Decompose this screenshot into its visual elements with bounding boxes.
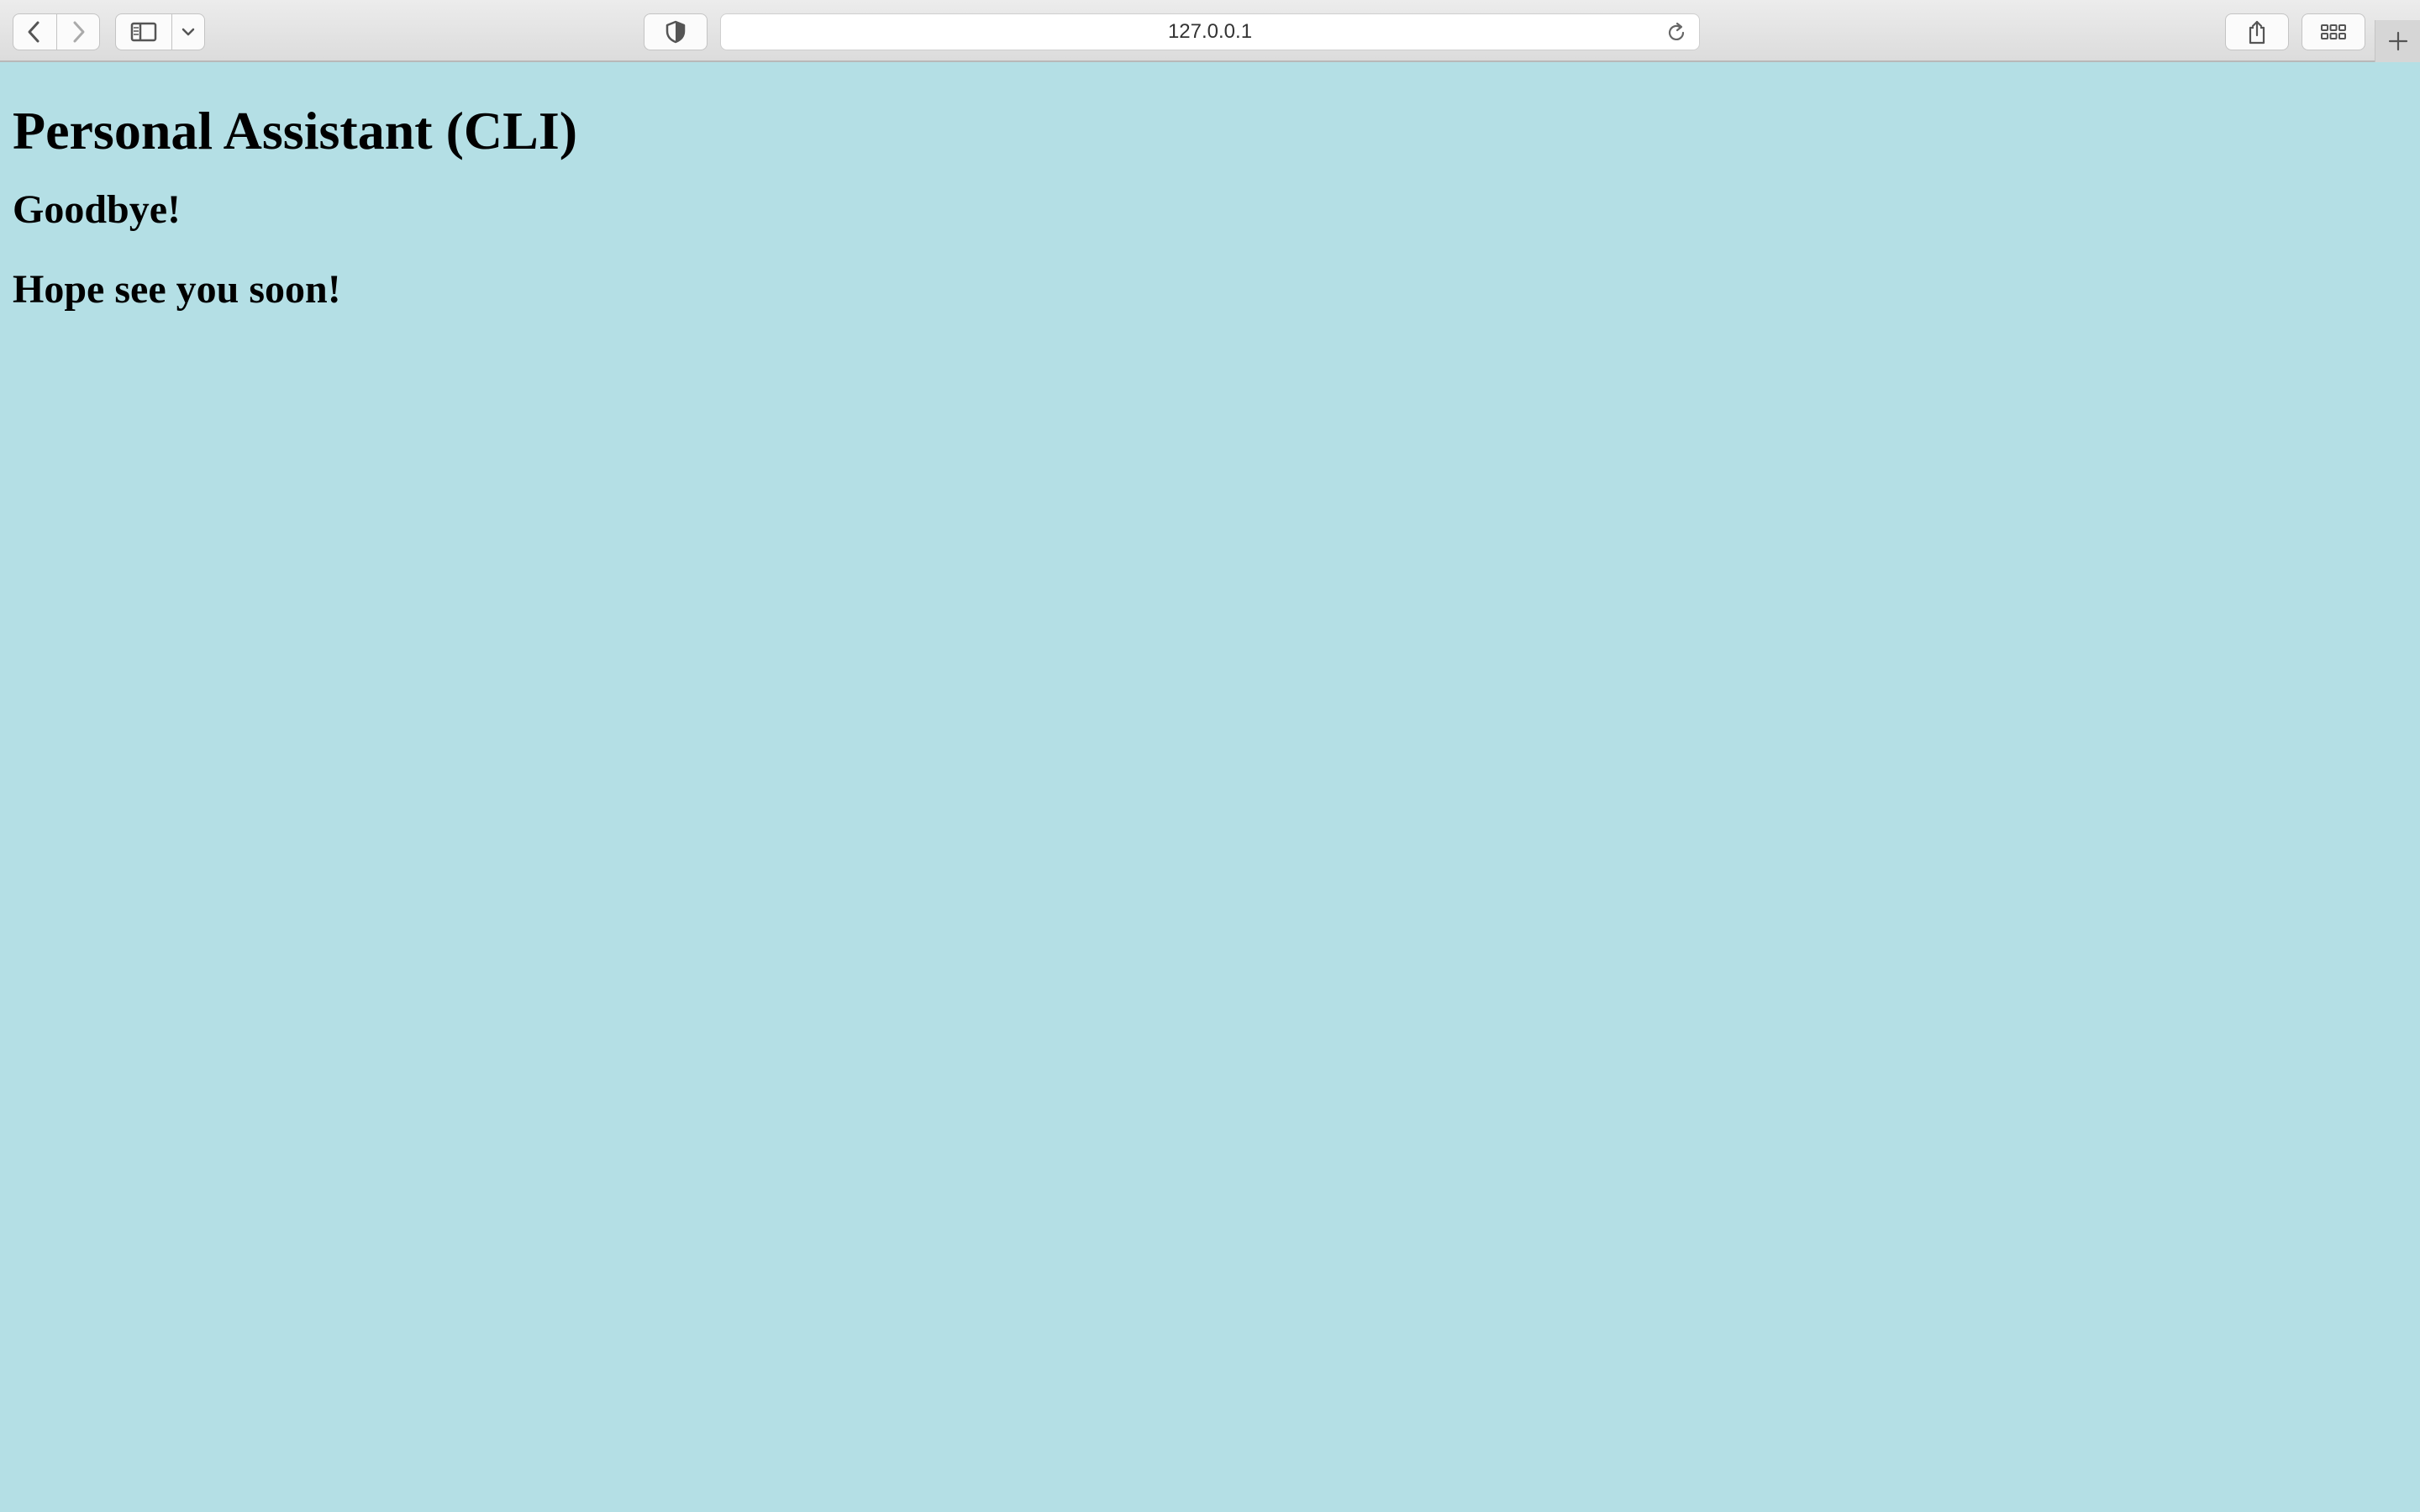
address-bar[interactable]: 127.0.0.1 — [720, 13, 1700, 50]
goodbye-message: Goodbye! — [13, 186, 182, 232]
grid-icon — [2321, 24, 2346, 39]
url-text: 127.0.0.1 — [1167, 20, 1253, 43]
navigation-buttons — [13, 13, 100, 50]
forward-button[interactable] — [55, 14, 100, 50]
page-title: Personal Assistant (CLI) — [13, 101, 578, 160]
share-button[interactable] — [2225, 13, 2289, 50]
privacy-report-button[interactable] — [644, 13, 708, 50]
shield-icon — [666, 20, 686, 44]
sidebar-buttons — [115, 13, 205, 50]
sidebar-icon — [130, 22, 157, 42]
chevron-down-icon — [182, 28, 195, 36]
chevron-left-icon — [28, 21, 39, 43]
farewell-message: Hope see you soon! — [13, 267, 341, 312]
chevron-right-icon — [73, 21, 85, 43]
back-button[interactable] — [13, 14, 56, 50]
tab-overview-button[interactable] — [2302, 13, 2365, 50]
page-content: Personal Assistant (CLI) Goodbye! Hope s… — [13, 62, 577, 314]
sidebar-dropdown-button[interactable] — [171, 14, 204, 50]
sidebar-toggle-button[interactable] — [116, 14, 171, 50]
share-icon — [2249, 20, 2265, 45]
new-tab-button[interactable] — [2375, 20, 2420, 62]
browser-toolbar: 127.0.0.1 — [0, 0, 2420, 62]
reload-button[interactable] — [1665, 22, 1687, 48]
plus-icon — [2388, 31, 2408, 51]
reload-icon — [1668, 22, 1685, 40]
